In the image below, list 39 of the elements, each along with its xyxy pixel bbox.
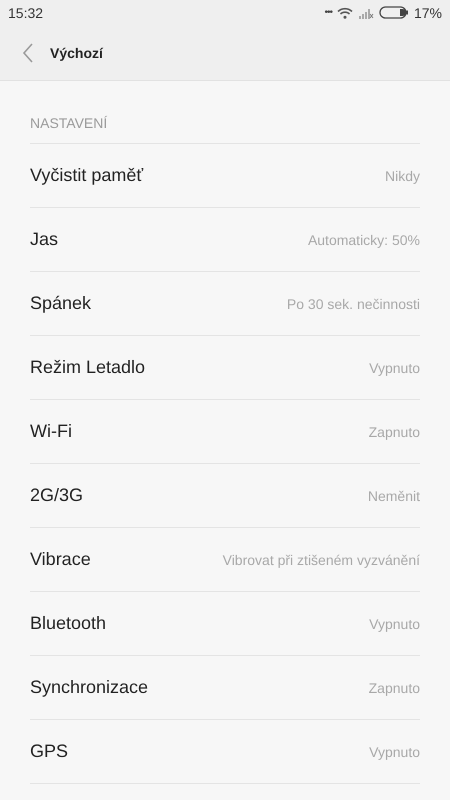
setting-label: Režim Letadlo — [30, 357, 146, 378]
setting-value: Vypnuto — [369, 360, 420, 376]
setting-row[interactable]: Wi-Fi Zapnuto — [30, 400, 420, 464]
setting-row[interactable]: Synchronizace Zapnuto — [30, 656, 420, 720]
setting-value: Automaticky: 50% — [308, 232, 420, 248]
setting-value: Nikdy — [384, 168, 420, 184]
setting-row[interactable]: Jas Automaticky: 50% — [30, 208, 420, 272]
setting-value: Zapnuto — [368, 680, 420, 696]
battery-percentage: 17% — [414, 4, 442, 20]
setting-row[interactable]: Vibrace Vibrovat při ztišeném vyzvánění — [30, 528, 420, 592]
clock-time: 15:32 — [8, 4, 44, 20]
setting-row[interactable]: Bluetooth Vypnuto — [30, 592, 420, 656]
setting-label: Synchronizace — [30, 677, 148, 698]
section-header: NASTAVENÍ — [30, 81, 420, 144]
setting-value: Po 30 sek. nečinnosti — [286, 296, 420, 312]
setting-value: Vypnuto — [369, 616, 420, 632]
setting-label: Vibrace — [30, 549, 91, 570]
back-icon[interactable] — [22, 42, 34, 62]
setting-row[interactable]: Režim Letadlo Vypnuto — [30, 336, 420, 400]
setting-row[interactable]: Spánek Po 30 sek. nečinnosti — [30, 272, 420, 336]
page-title: Výchozí — [50, 44, 103, 60]
setting-label: 2G/3G — [30, 485, 84, 506]
setting-label: Jas — [30, 229, 58, 250]
setting-value: Zapnuto — [368, 424, 420, 440]
more-notifications-icon: ••• — [324, 7, 332, 18]
setting-value: Vypnuto — [369, 744, 420, 760]
signal-icon — [358, 6, 374, 18]
setting-label: Spánek — [30, 293, 92, 314]
setting-label: Bluetooth — [30, 613, 106, 634]
setting-row[interactable]: Vyčistit paměť Nikdy — [30, 144, 420, 208]
setting-value: Neměnit — [368, 488, 420, 504]
wifi-icon — [336, 6, 353, 18]
battery-icon — [378, 6, 409, 19]
setting-label: Wi-Fi — [30, 421, 72, 442]
setting-label: Vyčistit paměť — [30, 165, 144, 186]
setting-label: GPS — [30, 741, 68, 762]
setting-row[interactable]: GPS Vypnuto — [30, 720, 420, 784]
setting-value: Vibrovat při ztišeném vyzvánění — [222, 552, 420, 568]
setting-row[interactable]: 2G/3G Neměnit — [30, 464, 420, 528]
